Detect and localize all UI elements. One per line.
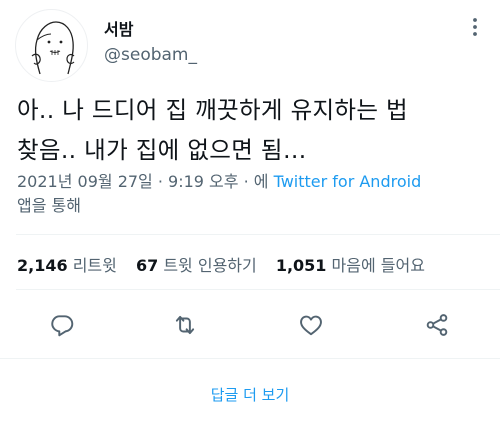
- like-icon: [300, 315, 322, 336]
- divider: [16, 289, 500, 290]
- quotes-stat[interactable]: 67 트윗 인용하기: [136, 256, 257, 275]
- reply-button[interactable]: [45, 308, 79, 342]
- via-prefix: 에: [253, 172, 274, 191]
- likes-stat[interactable]: 1,051 마음에 들어요: [276, 256, 425, 275]
- share-icon: [426, 314, 448, 336]
- avatar[interactable]: [15, 9, 88, 82]
- likes-label: 마음에 들어요: [331, 256, 425, 275]
- reply-icon: [51, 315, 74, 337]
- divider: [0, 358, 500, 359]
- quotes-label: 트윗 인용하기: [163, 256, 257, 275]
- engagement-stats: 2,146 리트윗 67 트윗 인용하기 1,051 마음에 들어요: [17, 252, 439, 276]
- share-button[interactable]: [420, 308, 454, 342]
- display-name[interactable]: 서밤: [104, 16, 133, 40]
- user-handle[interactable]: @seobam_: [104, 45, 197, 65]
- retweets-label: 리트윗: [72, 256, 117, 275]
- source-link[interactable]: Twitter for Android: [274, 172, 422, 191]
- retweet-button[interactable]: [168, 308, 202, 342]
- via-suffix: 앱을 통해: [17, 196, 81, 215]
- tweet-text: 아.. 나 드디어 집 깨끗하게 유지하는 법 찾음.. 내가 집에 없으면 됨…: [17, 90, 487, 170]
- likes-count: 1,051: [275, 256, 327, 275]
- tweet-meta: 2021년 09월 27일 · 9:19 오후 · 에 Twitter for …: [17, 170, 487, 218]
- like-button[interactable]: [294, 308, 328, 342]
- retweet-icon: [175, 315, 195, 335]
- tweet-text-line: 아.. 나 드디어 집 깨끗하게 유지하는 법: [17, 96, 408, 124]
- action-bar: [0, 308, 500, 342]
- quotes-count: 67: [135, 256, 159, 275]
- divider: [16, 234, 500, 235]
- tweet-text-line: 찾음.. 내가 집에 없으면 됨…: [17, 136, 307, 164]
- more-options-icon[interactable]: [462, 14, 488, 40]
- retweets-count: 2,146: [17, 256, 68, 275]
- show-more-replies-link[interactable]: 답글 더 보기: [0, 384, 500, 405]
- avatar-doodle-icon: [31, 21, 75, 75]
- retweets-stat[interactable]: 2,146 리트윗: [17, 256, 117, 275]
- timestamp[interactable]: 2021년 09월 27일 · 9:19 오후 ·: [17, 172, 254, 191]
